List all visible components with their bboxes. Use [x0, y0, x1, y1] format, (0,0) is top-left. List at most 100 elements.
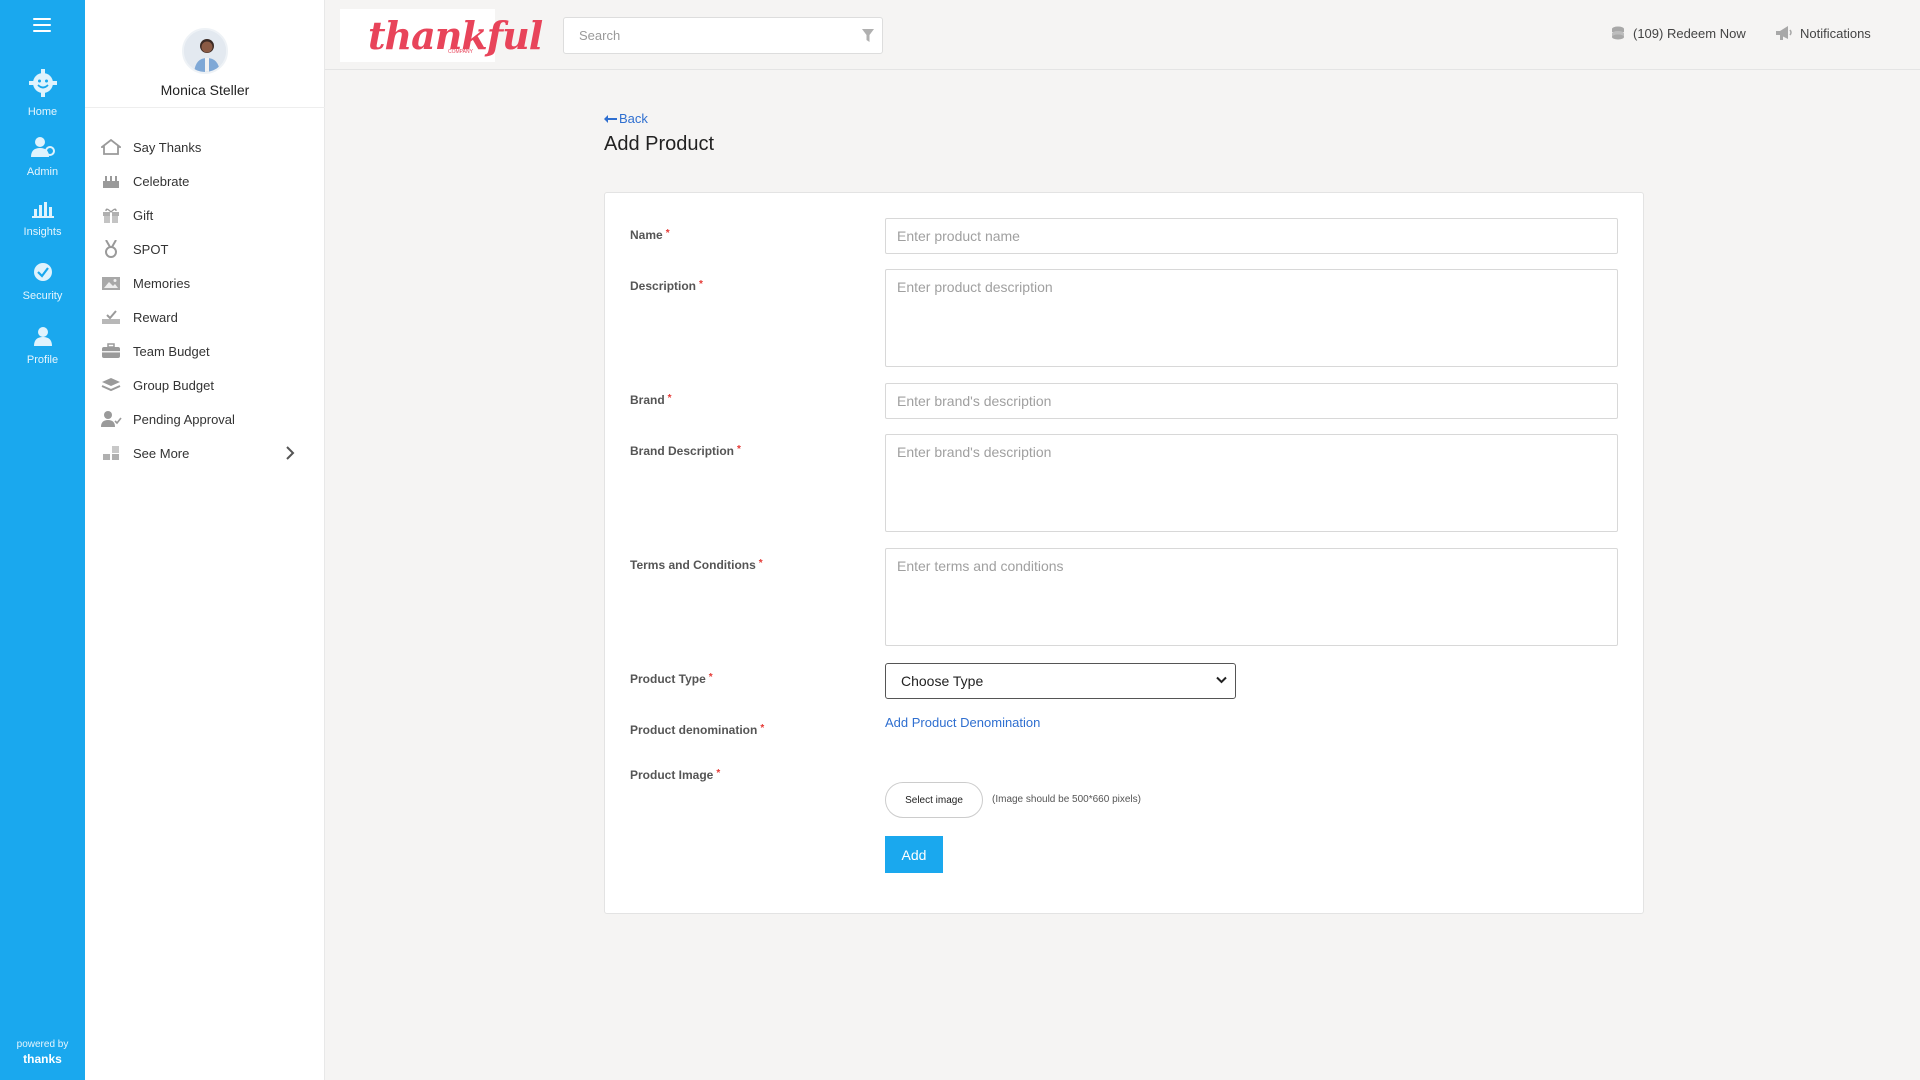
- menu-item-label: Reward: [133, 309, 178, 325]
- name-label: Name *: [630, 228, 670, 242]
- menu-item-group-budget[interactable]: Group Budget: [85, 368, 325, 402]
- redeem-now-label: (109) Redeem Now: [1633, 25, 1746, 41]
- terms-label-text: Terms and Conditions: [630, 558, 756, 572]
- menu-item-reward[interactable]: Reward: [85, 300, 325, 334]
- chevron-down-icon: [1216, 676, 1227, 684]
- coins-icon: [1610, 25, 1626, 41]
- menu-item-celebrate[interactable]: Celebrate: [85, 164, 325, 198]
- powered-by: powered by thanks: [0, 1038, 85, 1066]
- chevron-right-icon[interactable]: [285, 445, 295, 461]
- celebrate-icon: [100, 172, 122, 190]
- admin-icon: [30, 137, 55, 157]
- required-mark: *: [760, 723, 765, 734]
- brand-label-text: Brand: [630, 393, 665, 407]
- pending-approval-icon: [100, 410, 122, 428]
- required-mark: *: [708, 672, 713, 683]
- select-image-button[interactable]: Select image: [885, 782, 983, 818]
- hamburger-menu-icon[interactable]: [33, 18, 51, 32]
- powered-by-brand: thanks: [23, 1052, 62, 1066]
- spot-medal-icon: [100, 240, 122, 258]
- brand-description-label: Brand Description *: [630, 444, 741, 458]
- gift-icon: [100, 206, 122, 224]
- product-type-label: Product Type *: [630, 672, 713, 686]
- add-denomination-link[interactable]: Add Product Denomination: [885, 715, 1040, 730]
- menu-item-label: Celebrate: [133, 173, 190, 189]
- menu-item-label: Team Budget: [133, 343, 210, 359]
- terms-label: Terms and Conditions *: [630, 558, 763, 572]
- memories-icon: [100, 274, 122, 292]
- menu-item-pending-approval[interactable]: Pending Approval: [85, 402, 325, 436]
- description-label: Description *: [630, 279, 703, 293]
- search-box: [563, 17, 883, 54]
- product-type-value: Choose Type: [901, 673, 984, 689]
- home-icon: [28, 69, 57, 97]
- product-type-select[interactable]: Choose Type: [885, 663, 1236, 699]
- rail-item-security[interactable]: Security: [0, 262, 85, 304]
- product-image-label: Product Image *: [630, 768, 720, 782]
- product-type-label-text: Product Type: [630, 672, 706, 686]
- product-name-input[interactable]: [885, 218, 1618, 254]
- required-mark: *: [667, 393, 672, 404]
- rail-label: Profile: [26, 354, 59, 366]
- menu-item-label: Gift: [133, 207, 154, 223]
- left-rail: Home Admin Insights Security Profile pow…: [0, 0, 85, 1080]
- menu-item-say-thanks[interactable]: Say Thanks: [85, 130, 325, 164]
- required-mark: *: [737, 444, 741, 455]
- required-mark: *: [758, 558, 763, 569]
- menu-item-gift[interactable]: Gift: [85, 198, 325, 232]
- menu-item-label: Say Thanks: [133, 139, 202, 155]
- back-label: Back: [619, 111, 648, 126]
- reward-icon: [100, 308, 122, 326]
- add-button[interactable]: Add: [885, 836, 943, 873]
- security-icon: [33, 263, 52, 281]
- rail-label: Home: [27, 106, 58, 118]
- group-budget-icon: [100, 376, 122, 394]
- search-input[interactable]: [564, 18, 844, 53]
- name-label-text: Name: [630, 228, 663, 242]
- denomination-label-text: Product denomination: [630, 723, 758, 737]
- menu-item-spot[interactable]: SPOT: [85, 232, 325, 266]
- menu-item-label: Pending Approval: [133, 411, 235, 427]
- see-more-icon: [100, 444, 122, 462]
- rail-label: Admin: [26, 166, 59, 178]
- megaphone-icon: [1775, 25, 1793, 41]
- notifications-link[interactable]: Notifications: [1775, 25, 1871, 41]
- menu-item-label: See More: [133, 445, 190, 461]
- arrow-left-icon: [604, 114, 617, 123]
- user-name: Monica Steller: [160, 82, 250, 98]
- required-mark: *: [716, 768, 721, 779]
- rail-item-profile[interactable]: Profile: [0, 326, 85, 368]
- company-logo[interactable]: thankful COMPANY: [340, 9, 543, 62]
- page-title: Add Product: [604, 133, 715, 155]
- avatar[interactable]: [182, 28, 228, 74]
- menu-item-team-budget[interactable]: Team Budget: [85, 334, 325, 368]
- rail-label: Security: [22, 290, 63, 302]
- product-image-label-text: Product Image: [630, 768, 714, 782]
- menu-item-memories[interactable]: Memories: [85, 266, 325, 300]
- brand-description-input[interactable]: [885, 434, 1618, 532]
- menu-item-label: Group Budget: [133, 377, 214, 393]
- logo-subtext: COMPANY: [448, 49, 473, 55]
- menu-item-label: SPOT: [133, 241, 169, 257]
- menu-item-see-more[interactable]: See More: [85, 436, 325, 470]
- main-menu: Say Thanks Celebrate Gift SPOT Memories …: [85, 130, 325, 470]
- back-link[interactable]: Back: [604, 111, 648, 126]
- rail-label: Insights: [23, 226, 62, 238]
- powered-by-text: powered by: [16, 1039, 69, 1050]
- brand-input[interactable]: [885, 383, 1618, 419]
- product-description-input[interactable]: [885, 269, 1618, 367]
- required-mark: *: [665, 228, 670, 239]
- denomination-label: Product denomination *: [630, 723, 764, 737]
- brand-description-label-text: Brand Description: [630, 444, 735, 458]
- menu-item-label: Memories: [133, 275, 191, 291]
- rail-item-home[interactable]: Home: [0, 68, 85, 120]
- terms-input[interactable]: [885, 548, 1618, 646]
- rail-item-insights[interactable]: Insights: [0, 200, 85, 240]
- top-bar: thankful COMPANY (109) Redeem Now Notifi…: [325, 0, 1920, 70]
- rail-item-admin[interactable]: Admin: [0, 136, 85, 180]
- notifications-label: Notifications: [1800, 25, 1871, 41]
- avatar-image: [184, 30, 226, 72]
- filter-icon[interactable]: [862, 29, 874, 42]
- redeem-now-link[interactable]: (109) Redeem Now: [1610, 25, 1746, 41]
- team-budget-icon: [100, 342, 122, 360]
